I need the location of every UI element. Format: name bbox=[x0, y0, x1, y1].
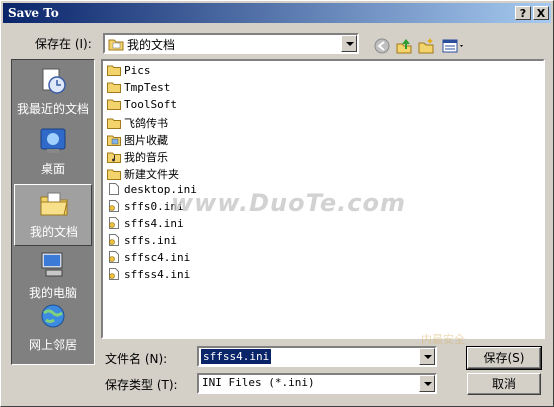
filename-label: 文件名 (N): bbox=[105, 352, 168, 366]
location-combo[interactable]: 我的文档 bbox=[103, 33, 359, 54]
filename-input[interactable]: sffss4.ini bbox=[201, 349, 272, 364]
list-item[interactable]: TmpTest bbox=[107, 81, 170, 97]
list-item[interactable]: sffs.ini bbox=[107, 234, 177, 250]
network-places-icon bbox=[41, 304, 65, 328]
list-item[interactable]: 图片收藏 bbox=[107, 132, 168, 148]
folder-icon bbox=[107, 118, 121, 129]
list-item[interactable]: sffsc4.ini bbox=[107, 251, 190, 267]
back-icon[interactable] bbox=[373, 37, 391, 55]
place-recent-documents[interactable]: 我最近的文档 bbox=[14, 62, 92, 124]
place-label: 我最近的文档 bbox=[16, 102, 89, 116]
place-label: 我的文档 bbox=[29, 225, 78, 239]
folder-icon bbox=[107, 82, 121, 93]
folder-icon bbox=[107, 65, 121, 76]
location-label: 保存在 (I): bbox=[35, 37, 92, 51]
desktop-icon bbox=[40, 128, 66, 153]
watermark: www.DuoTe.com bbox=[171, 189, 406, 217]
ini-file-icon bbox=[109, 200, 119, 212]
list-item[interactable]: 飞鸽传书 bbox=[107, 115, 168, 131]
save-dialog: Save To ? X 保存在 (I): 我的文档 我最近的文档 桌面 我的文档… bbox=[0, 0, 554, 407]
list-item[interactable]: 新建文件夹 bbox=[107, 166, 179, 182]
location-dropdown-arrow[interactable] bbox=[341, 35, 357, 52]
title-bar[interactable]: Save To ? X bbox=[3, 3, 551, 23]
save-button[interactable]: 保存(S) bbox=[466, 346, 542, 370]
close-button[interactable]: X bbox=[533, 6, 549, 20]
list-item[interactable]: sffs4.ini bbox=[107, 217, 184, 233]
place-network[interactable]: 网上邻居 bbox=[14, 298, 92, 360]
file-icon bbox=[109, 183, 119, 195]
corner-watermark: 内最安全 bbox=[421, 333, 465, 346]
recent-documents-icon bbox=[42, 68, 66, 94]
up-folder-icon[interactable] bbox=[395, 37, 413, 55]
filetype-dropdown-arrow[interactable] bbox=[419, 375, 435, 392]
folder-icon bbox=[107, 99, 121, 110]
new-folder-icon[interactable] bbox=[417, 37, 435, 55]
music-folder-icon bbox=[107, 152, 121, 163]
my-documents-icon bbox=[40, 192, 68, 216]
place-label: 网上邻居 bbox=[28, 338, 77, 352]
window-title: Save To bbox=[8, 6, 59, 20]
ini-file-icon bbox=[109, 234, 119, 246]
folder-icon bbox=[107, 169, 121, 180]
filetype-combo[interactable]: INI Files (*.ini) bbox=[197, 373, 437, 394]
list-item[interactable]: ToolSoft bbox=[107, 98, 177, 114]
place-desktop[interactable]: 桌面 bbox=[14, 122, 92, 184]
filename-dropdown-arrow[interactable] bbox=[419, 348, 435, 365]
list-item[interactable]: sffss4.ini bbox=[107, 268, 190, 284]
my-documents-small-icon bbox=[108, 39, 124, 51]
ini-file-icon bbox=[109, 251, 119, 263]
views-menu-icon[interactable] bbox=[441, 37, 467, 55]
list-item[interactable]: Pics bbox=[107, 64, 151, 80]
places-bar: 我最近的文档 桌面 我的文档 我的电脑 网上邻居 bbox=[11, 59, 95, 365]
place-label: 桌面 bbox=[40, 162, 65, 176]
list-item[interactable]: 我的音乐 bbox=[107, 149, 168, 165]
location-value: 我的文档 bbox=[127, 38, 176, 52]
place-my-documents[interactable]: 我的文档 bbox=[14, 184, 92, 246]
ini-file-icon bbox=[109, 268, 119, 280]
filetype-label: 保存类型 (T): bbox=[105, 378, 178, 392]
cancel-button[interactable]: 取消 bbox=[467, 373, 541, 395]
help-button[interactable]: ? bbox=[515, 6, 531, 20]
pictures-folder-icon bbox=[107, 135, 121, 146]
filename-combo[interactable]: sffss4.ini bbox=[197, 346, 437, 367]
ini-file-icon bbox=[109, 217, 119, 229]
filetype-value: INI Files (*.ini) bbox=[202, 376, 315, 389]
my-computer-icon bbox=[41, 252, 63, 277]
